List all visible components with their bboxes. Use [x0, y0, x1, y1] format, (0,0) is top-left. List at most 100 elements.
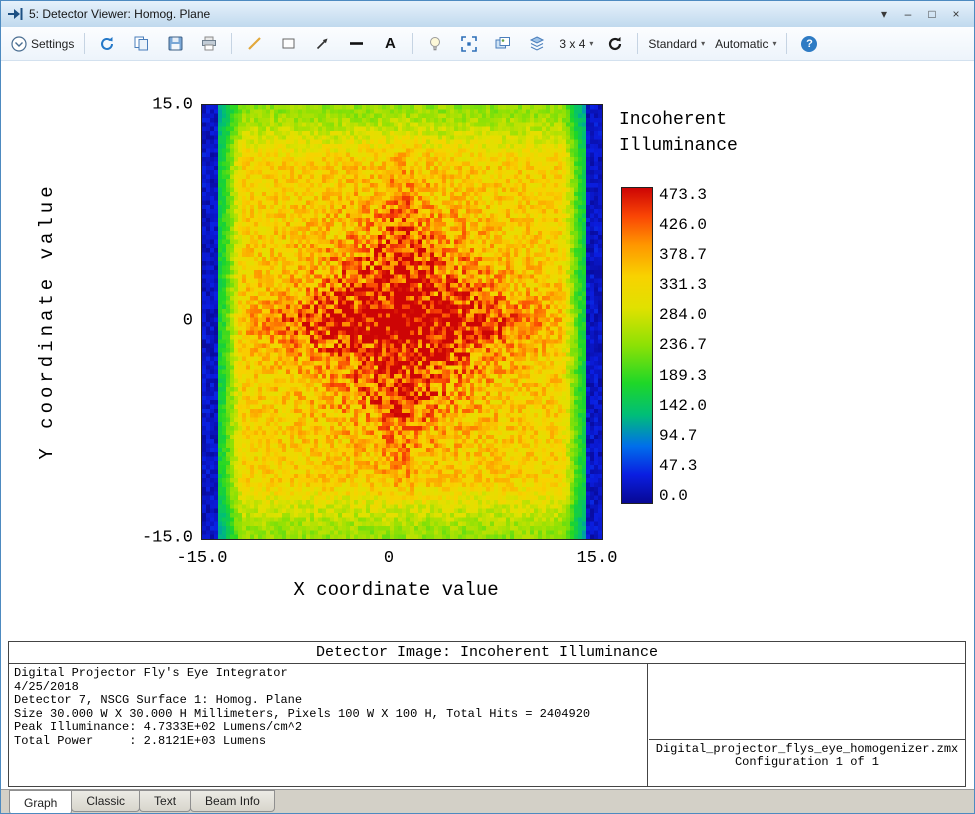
aspect-ratio-dropdown[interactable]: 3 x 4 ▾: [555, 31, 597, 56]
window-title: 5: Detector Viewer: Homog. Plane: [29, 7, 210, 21]
report-body: Digital Projector Fly's Eye Integrator 4…: [9, 664, 965, 786]
colorbar-tick: 189.3: [659, 368, 729, 384]
tab-strip: Graph Classic Text Beam Info: [1, 789, 974, 813]
x-tick-min: -15.0: [176, 549, 227, 568]
copy-button[interactable]: [125, 31, 157, 56]
tab-label: Text: [154, 794, 176, 808]
toolbar: Settings: [1, 27, 974, 61]
help-icon: ?: [801, 36, 817, 52]
tab-label: Graph: [24, 796, 57, 810]
text-annotation-button[interactable]: A: [374, 31, 406, 56]
colorbar-gradient: [621, 187, 653, 504]
rectangle-tool-icon: [281, 36, 296, 51]
report-panel: Detector Image: Incoherent Illuminance D…: [8, 641, 966, 787]
colorbar-title-line1: Incoherent: [619, 107, 738, 133]
colorbar-tick: 426.0: [659, 217, 729, 233]
minimize-button[interactable]: –: [896, 2, 920, 26]
colorbar-tick: 331.3: [659, 277, 729, 293]
y-tick-mid: 0: [129, 312, 193, 331]
tab-classic[interactable]: Classic: [71, 790, 140, 812]
settings-dropdown[interactable]: Settings: [7, 31, 78, 56]
settings-label: Settings: [31, 37, 74, 51]
report-line: 4/25/2018: [14, 681, 642, 695]
report-title: Detector Image: Incoherent Illuminance: [9, 642, 965, 664]
invert-brightness-button[interactable]: [419, 31, 451, 56]
report-line: Digital Projector Fly's Eye Integrator: [14, 667, 642, 681]
x-axis-label: X coordinate value: [293, 579, 498, 601]
toolbar-separator: [637, 33, 638, 54]
rectangle-annotation-button[interactable]: [272, 31, 304, 56]
arrow-tool-icon: [315, 36, 330, 51]
tab-beam-info[interactable]: Beam Info: [190, 790, 275, 812]
colorbar-tick: 94.7: [659, 428, 729, 444]
tab-graph[interactable]: Graph: [9, 790, 72, 814]
detector-viewer-window: 5: Detector Viewer: Homog. Plane ▾ – □ ×…: [0, 0, 975, 814]
layers-button[interactable]: [521, 31, 553, 56]
images-icon: [495, 36, 511, 51]
colorbar-tick: 473.3: [659, 187, 729, 203]
color-mode-label: Automatic: [715, 37, 768, 51]
tab-label: Classic: [86, 794, 125, 808]
report-line: Peak Illuminance: 4.7333E+02 Lumens/cm^2: [14, 721, 642, 735]
help-button[interactable]: ?: [793, 31, 825, 56]
layers-icon: [529, 36, 545, 52]
report-line: Detector 7, NSCG Surface 1: Homog. Plane: [14, 694, 642, 708]
horizontal-line-annotation-button[interactable]: [340, 31, 372, 56]
scale-mode-dropdown[interactable]: Standard ▾: [644, 31, 709, 56]
line-annotation-button[interactable]: [238, 31, 270, 56]
x-tick-max: 15.0: [577, 549, 618, 568]
toolbar-separator: [412, 33, 413, 54]
y-axis-label: Y coordinate value: [36, 182, 58, 459]
refresh-icon: [99, 36, 115, 52]
colorbar-title: Incoherent Illuminance: [619, 107, 738, 159]
window-menu-button[interactable]: ▾: [872, 2, 896, 26]
arrow-annotation-button[interactable]: [306, 31, 338, 56]
tab-text[interactable]: Text: [139, 790, 191, 812]
colorbar-tick: 0.0: [659, 488, 729, 504]
colorbar-tick: 284.0: [659, 307, 729, 323]
copy-icon: [134, 36, 149, 51]
colorbar-labels: 473.3 426.0 378.7 331.3 284.0 236.7 189.…: [659, 187, 729, 504]
report-line: Size 30.000 W X 30.000 H Millimeters, Pi…: [14, 708, 642, 722]
lightbulb-icon: [428, 36, 442, 52]
detector-image-button[interactable]: [487, 31, 519, 56]
titlebar[interactable]: 5: Detector Viewer: Homog. Plane ▾ – □ ×: [1, 1, 974, 28]
rotate-button[interactable]: [599, 31, 631, 56]
restore-button[interactable]: □: [920, 2, 944, 26]
toolbar-separator: [84, 33, 85, 54]
fit-to-window-button[interactable]: [453, 31, 485, 56]
colorbar-tick: 47.3: [659, 458, 729, 474]
scale-mode-label: Standard: [648, 37, 697, 51]
save-button[interactable]: [159, 31, 191, 56]
report-file-box: Digital_projector_flys_eye_homogenizer.z…: [649, 664, 965, 786]
color-mode-dropdown[interactable]: Automatic ▾: [711, 31, 780, 56]
report-text: Digital Projector Fly's Eye Integrator 4…: [9, 664, 648, 786]
file-box-divider: [649, 739, 965, 740]
rotate-icon: [607, 36, 623, 52]
colorbar-tick: 378.7: [659, 247, 729, 263]
lens-file-name: Digital_projector_flys_eye_homogenizer.z…: [649, 742, 965, 756]
print-button[interactable]: [193, 31, 225, 56]
detector-heatmap[interactable]: [201, 104, 603, 540]
toolbar-separator: [786, 33, 787, 54]
window-icon: [7, 7, 23, 21]
chevron-down-icon: ▾: [589, 39, 593, 48]
close-button[interactable]: ×: [944, 2, 968, 26]
chevron-down-icon: ▾: [772, 39, 776, 48]
print-icon: [201, 36, 217, 51]
y-tick-max: 15.0: [129, 96, 193, 115]
colorbar-tick: 142.0: [659, 398, 729, 414]
line-tool-icon: [247, 36, 262, 51]
x-tick-mid: 0: [384, 549, 394, 568]
chevron-circle-icon: [11, 36, 27, 52]
aspect-ratio-label: 3 x 4: [559, 37, 585, 51]
refresh-button[interactable]: [91, 31, 123, 56]
colorbar-tick: 236.7: [659, 337, 729, 353]
toolbar-separator: [231, 33, 232, 54]
expand-corners-icon: [461, 36, 477, 52]
window-controls: ▾ – □ ×: [872, 2, 968, 26]
tab-label: Beam Info: [205, 794, 260, 808]
configuration-label: Configuration 1 of 1: [649, 755, 965, 769]
colorbar-title-line2: Illuminance: [619, 133, 738, 159]
save-icon: [168, 36, 183, 51]
